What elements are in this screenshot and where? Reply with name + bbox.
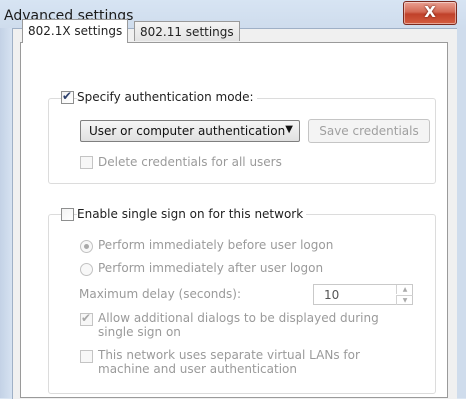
close-button[interactable]: X <box>403 1 457 25</box>
advanced-settings-window: Advanced settings X 802.1X settings 802.… <box>0 0 466 399</box>
close-icon: X <box>424 3 436 21</box>
save-credentials-button[interactable]: Save credentials <box>308 119 430 143</box>
enable-sso-checkbox[interactable] <box>61 208 74 221</box>
after-logon-label: Perform immediately after user logon <box>98 261 324 275</box>
auth-mode-dropdown[interactable]: User or computer authentication ▼ <box>80 120 300 142</box>
delete-credentials-checkbox[interactable] <box>80 156 93 169</box>
separate-vlan-label: This network uses separate virtual LANs … <box>98 348 360 376</box>
checkmark-icon: ✔ <box>81 311 92 325</box>
tab-802-11-settings[interactable]: 802.11 settings <box>134 21 240 41</box>
specify-auth-mode-label: Specify authentication mode: <box>77 90 257 104</box>
window-frame-left <box>0 28 12 398</box>
separate-vlan-checkbox[interactable] <box>80 350 93 363</box>
auth-mode-value: User or computer authentication <box>89 124 286 138</box>
max-delay-value: 10 <box>324 288 340 302</box>
spin-up-icon[interactable]: ▲ <box>396 285 413 294</box>
before-logon-label: Perform immediately before user logon <box>98 238 334 252</box>
radio-dot <box>84 244 89 249</box>
specify-auth-mode-checkbox[interactable]: ✔ <box>61 89 74 104</box>
enable-sso-label: Enable single sign on for this network <box>77 207 307 221</box>
spin-down-icon[interactable]: ▼ <box>396 295 413 305</box>
chevron-down-icon: ▼ <box>285 124 293 135</box>
tab-802-1x-settings[interactable]: 802.1X settings <box>22 19 129 43</box>
window-frame-right <box>456 28 466 398</box>
after-logon-radio[interactable] <box>80 263 93 276</box>
max-delay-spinbox[interactable]: 10 ▲ ▼ <box>313 284 413 305</box>
delete-credentials-label: Delete credentials for all users <box>98 155 282 169</box>
allow-dialogs-label: Allow additional dialogs to be displayed… <box>98 311 379 339</box>
checkmark-icon: ✔ <box>62 89 73 103</box>
max-delay-label: Maximum delay (seconds): <box>79 287 241 301</box>
before-logon-radio[interactable] <box>80 240 93 253</box>
allow-dialogs-checkbox[interactable]: ✔ <box>80 311 93 326</box>
